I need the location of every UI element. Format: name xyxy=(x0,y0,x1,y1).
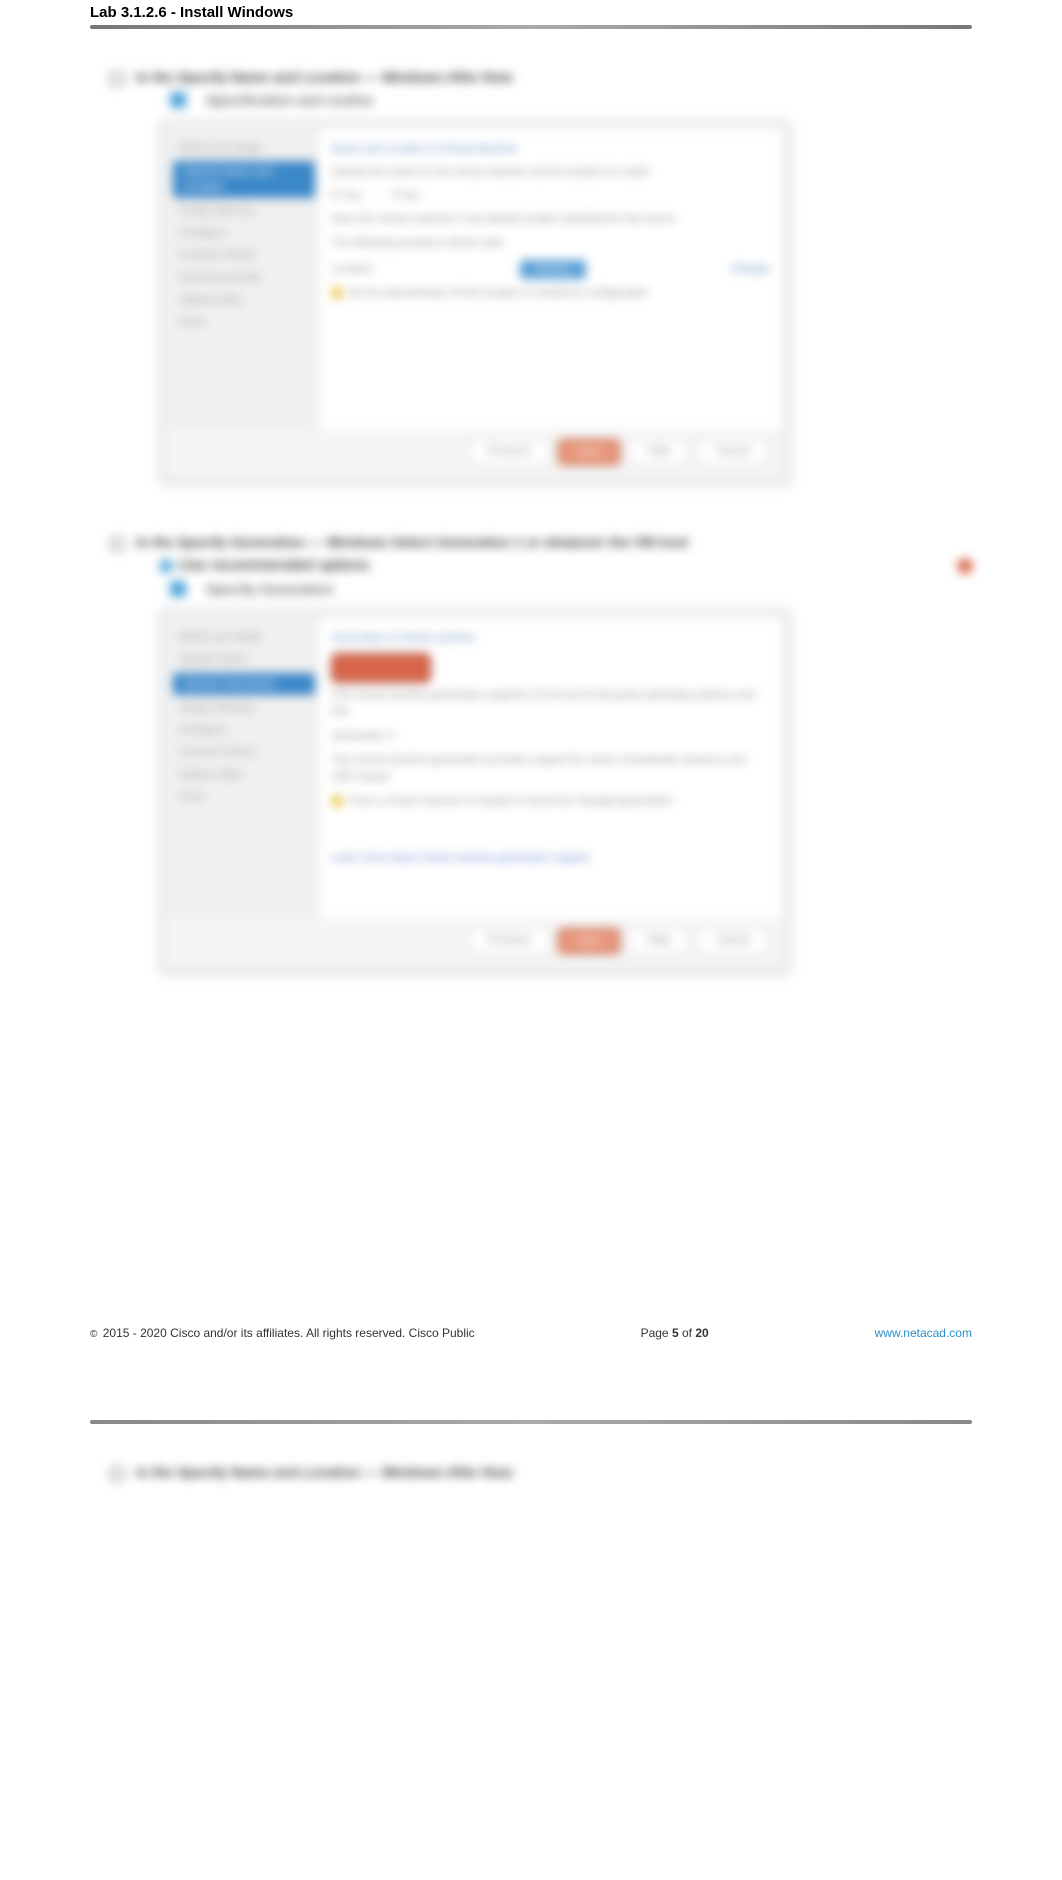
checkbox-icon[interactable] xyxy=(160,560,172,572)
sidebar-item[interactable]: Connect Virtual xyxy=(169,741,319,763)
wizard-panel-title: Generation of virtual machine xyxy=(331,630,769,647)
page-number: Page 5 of 20 xyxy=(641,1326,709,1340)
warning-row: Once a virtual machine is created it can… xyxy=(331,793,769,810)
wizard-dialog-1: Before you begin Specify Name and Locati… xyxy=(160,120,790,484)
radio-group: Yes No xyxy=(331,188,769,205)
wizard-main-panel: Name and Location of Virtual Machine Spe… xyxy=(319,129,781,429)
sidebar-item[interactable]: Configure xyxy=(169,719,319,741)
previous-button[interactable]: Previous xyxy=(469,928,550,954)
warning-icon xyxy=(331,795,343,807)
step-marker-icon xyxy=(110,72,124,86)
checkbox-row: Use recommended options xyxy=(160,557,972,575)
warning-text: Be the administrator of this location to… xyxy=(349,285,649,302)
bullet-icon xyxy=(170,581,186,597)
step-marker-icon xyxy=(110,1467,124,1481)
learn-more-link[interactable]: Learn more about virtual machine generat… xyxy=(331,850,769,867)
location-label: Location: xyxy=(331,261,376,278)
wizard-para: Specify the name for the virtual machine… xyxy=(331,164,769,181)
warning-row: Be the administrator of this location to… xyxy=(331,285,769,302)
step-2-text: In the Specify Generation — Windows Sele… xyxy=(136,534,688,550)
next-button[interactable]: Next xyxy=(558,928,621,954)
copyright: © 2015 - 2020 Cisco and/or its affiliate… xyxy=(90,1326,475,1340)
wizard-main-panel: Generation of virtual machine This virtu… xyxy=(319,618,781,918)
document-page-2: In the Specify Name and Location — Windo… xyxy=(0,1400,1062,1481)
sidebar-item[interactable]: Done xyxy=(169,786,319,808)
checkbox-label: Use recommended options xyxy=(178,557,369,575)
wizard-para: Generation 2 xyxy=(331,728,769,745)
step-3-label: In the Specify Name and Location — Windo… xyxy=(110,1464,972,1481)
step-1-text: In the Specify Name and Location — Windo… xyxy=(136,69,513,85)
cancel-button[interactable]: Cancel xyxy=(697,928,769,954)
sidebar-item-active[interactable]: Specify Generation xyxy=(173,673,315,695)
sub-step-2-text: Specify Generation xyxy=(206,581,334,597)
help-button[interactable]: Help xyxy=(628,928,689,954)
bullet-icon xyxy=(170,92,186,108)
page2-divider xyxy=(90,1420,972,1424)
sidebar-item[interactable]: Before you begin xyxy=(169,626,319,648)
sidebar-item[interactable]: Options After xyxy=(169,289,319,311)
wizard-para: This virtual machine generation supports… xyxy=(331,687,769,720)
step-1-label: In the Specify Name and Location — Windo… xyxy=(110,69,972,86)
wizard-para: The following locations will be used xyxy=(331,235,769,252)
netacad-link[interactable]: www.netacad.com xyxy=(875,1326,972,1340)
page-title: Lab 3.1.2.6 - Install Windows xyxy=(90,0,972,25)
sub-step-2: Specify Generation xyxy=(170,581,972,597)
document-page: Lab 3.1.2.6 - Install Windows In the Spe… xyxy=(0,0,1062,1400)
sidebar-item[interactable]: Options After xyxy=(169,764,319,786)
help-button[interactable]: Help xyxy=(628,439,689,465)
radio-icon[interactable] xyxy=(331,189,341,199)
sidebar-item[interactable]: Before you begin xyxy=(169,137,319,159)
header-divider xyxy=(90,25,972,29)
warning-icon xyxy=(331,287,343,299)
cancel-button[interactable]: Cancel xyxy=(697,439,769,465)
copyright-text: 2015 - 2020 Cisco and/or its affiliates.… xyxy=(103,1326,475,1340)
sub-step-1: Specification and routine xyxy=(170,92,972,108)
sidebar-item[interactable]: Assign Memory xyxy=(169,200,319,222)
wizard-footer: Previous Next Help Cancel xyxy=(169,918,781,964)
sidebar-item[interactable]: Specify Name xyxy=(169,648,319,670)
blurred-content-2: In the Specify Name and Location — Windo… xyxy=(90,1464,972,1481)
wizard-footer: Previous Next Help Cancel xyxy=(169,429,781,475)
page-footer: © 2015 - 2020 Cisco and/or its affiliate… xyxy=(90,1326,972,1340)
radio-label: No xyxy=(405,190,419,202)
change-link[interactable]: Change xyxy=(730,261,769,278)
location-row: Location: Browse Change xyxy=(331,260,769,279)
sub-step-1-text: Specification and routine xyxy=(206,92,373,108)
radio-icon[interactable] xyxy=(392,189,402,199)
step-marker-icon xyxy=(110,537,124,551)
wizard-para: This virtual machine generation provides… xyxy=(331,752,769,785)
close-icon[interactable] xyxy=(958,559,972,573)
copyright-icon: © xyxy=(90,1329,97,1340)
sidebar-item[interactable]: Done xyxy=(169,311,319,333)
browse-button[interactable]: Browse xyxy=(520,260,585,279)
blurred-content: In the Specify Name and Location — Windo… xyxy=(90,69,972,973)
wizard-dialog-2: Before you begin Specify Name Specify Ge… xyxy=(160,609,790,973)
sidebar-item[interactable]: Virtual Hard Disk xyxy=(169,267,319,289)
step-3-text: In the Specify Name and Location — Windo… xyxy=(136,1464,513,1480)
step-2-label: In the Specify Generation — Windows Sele… xyxy=(110,534,972,551)
wizard-para: Store the virtual machine in the default… xyxy=(331,211,769,228)
sidebar-item[interactable]: Configure xyxy=(169,222,319,244)
warning-text: Once a virtual machine is created it can… xyxy=(349,793,676,810)
sidebar-item[interactable]: Connect Virtual xyxy=(169,244,319,266)
wizard-inner: Before you begin Specify Name and Locati… xyxy=(169,129,781,429)
sidebar-item[interactable]: Assign Memory xyxy=(169,697,319,719)
wizard-sidebar: Before you begin Specify Name Specify Ge… xyxy=(169,618,319,918)
previous-button[interactable]: Previous xyxy=(469,439,550,465)
radio-label: Yes xyxy=(344,190,362,202)
wizard-inner: Before you begin Specify Name Specify Ge… xyxy=(169,618,781,918)
wizard-panel-title: Name and Location of Virtual Machine xyxy=(331,141,769,158)
generation-callout xyxy=(331,653,431,683)
sidebar-item-active[interactable]: Specify Name and Location xyxy=(173,161,315,198)
next-button[interactable]: Next xyxy=(558,439,621,465)
wizard-sidebar: Before you begin Specify Name and Locati… xyxy=(169,129,319,429)
